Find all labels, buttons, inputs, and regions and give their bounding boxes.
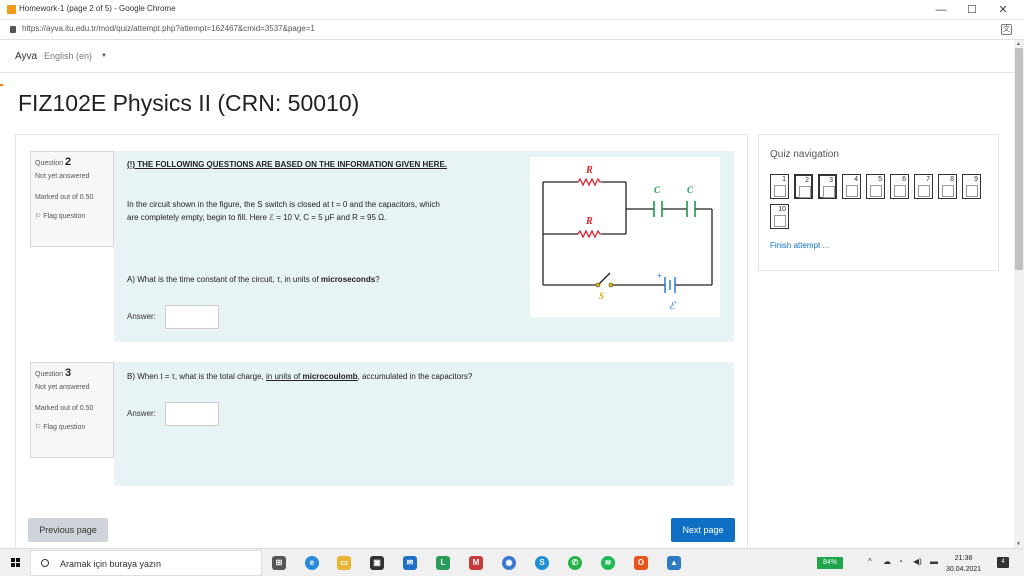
page-scrollbar[interactable]: ▲ ▼ <box>1014 40 1024 548</box>
address-bar[interactable]: https://ayva.itu.edu.tr/mod/quiz/attempt… <box>0 20 1024 40</box>
lock-icon <box>10 26 16 33</box>
clock-date: 30.04.2021 <box>946 566 982 573</box>
quiz-nav-page-3[interactable]: 3 <box>818 174 837 199</box>
scroll-up-icon[interactable]: ▲ <box>1016 41 1021 47</box>
quiz-nav-page-7[interactable]: 7 <box>914 174 933 199</box>
search-icon <box>41 559 49 567</box>
file-explorer-icon[interactable]: ▭ <box>337 556 351 570</box>
quiz-nav-page-2[interactable]: 2 <box>794 174 813 199</box>
question-info-2: Question 2 Not yet answered Marked out o… <box>30 151 114 247</box>
site-brand[interactable]: Ayva <box>15 51 37 62</box>
cloud-icon[interactable]: ☁ <box>883 557 891 566</box>
answer-input-a[interactable] <box>165 305 219 329</box>
flag-question-link[interactable]: ⚐ Flag question <box>35 423 109 433</box>
language-menu[interactable]: English (en) <box>44 51 92 61</box>
moodle-tab-icon <box>7 5 16 14</box>
flag-icon: ⚐ <box>35 424 44 431</box>
question-status: Not yet answered <box>35 384 90 391</box>
question-info-3: Question 3 Not yet answered Marked out o… <box>30 362 114 458</box>
close-window-button[interactable]: ✕ <box>994 2 1012 18</box>
quiz-nav-page-10[interactable]: 10 <box>770 204 789 229</box>
translate-icon[interactable]: 文 <box>1001 24 1012 35</box>
chrome-icon[interactable]: ◉ <box>502 556 516 570</box>
photos-icon[interactable]: ▲ <box>667 556 681 570</box>
chevron-up-icon[interactable]: ^ <box>868 557 872 566</box>
quiz-navigation-title: Quiz navigation <box>770 149 839 160</box>
scrollbar-thumb[interactable] <box>1015 48 1023 270</box>
notification-center-icon[interactable]: 4 <box>997 557 1009 568</box>
clock-time: 21:38 <box>954 555 973 562</box>
browser-titlebar: Homework-1 (page 2 of 5) - Google Chrome… <box>0 0 1024 20</box>
circuit-figure: R R C C S ℰ + <box>530 157 720 317</box>
question-intro-line-2: are completely empty, begin to fill. Her… <box>127 213 387 222</box>
flag-icon: ⚐ <box>35 213 44 220</box>
question-status: Not yet answered <box>35 173 90 180</box>
quiz-navigation-block: Quiz navigation 1 2 3 4 5 6 7 8 9 10 Fin… <box>758 134 999 271</box>
minimize-button[interactable]: — <box>932 2 950 18</box>
next-page-button[interactable]: Next page <box>671 518 735 542</box>
url-text[interactable]: https://ayva.itu.edu.tr/mod/quiz/attempt… <box>22 24 315 33</box>
label-r-mid: R <box>585 216 593 227</box>
answer-input-b[interactable] <box>165 402 219 426</box>
label-c-right: C <box>687 185 694 195</box>
label-switch: S <box>599 291 604 301</box>
store-icon[interactable]: ▣ <box>370 556 384 570</box>
flag-question-link[interactable]: ⚐ Flag question <box>35 212 109 222</box>
finish-attempt-link[interactable]: Finish attempt ... <box>770 241 829 250</box>
wifi-icon[interactable]: ◔ <box>898 557 903 566</box>
question-number: Question 3 <box>35 367 72 379</box>
scroll-down-icon[interactable]: ▼ <box>1016 541 1021 547</box>
taskbar-search-placeholder: Aramak için buraya yazın <box>60 559 162 569</box>
orange-accent <box>0 84 3 86</box>
label-emf: ℰ <box>669 301 676 312</box>
whatsapp-icon[interactable]: ✆ <box>568 556 582 570</box>
keyboard-icon[interactable]: ▬ <box>930 557 938 566</box>
answer-label-b: Answer: <box>127 409 156 418</box>
quiz-nav-page-4[interactable]: 4 <box>842 174 861 199</box>
previous-page-button[interactable]: Previous page <box>28 518 108 542</box>
edge-icon[interactable]: e <box>305 556 319 570</box>
quiz-nav-page-6[interactable]: 6 <box>890 174 909 199</box>
spotify-icon[interactable]: ≋ <box>601 556 615 570</box>
windows-start-icon[interactable] <box>11 558 21 568</box>
mail-icon[interactable]: ✉ <box>403 556 417 570</box>
app-l-icon[interactable]: L <box>436 556 450 570</box>
site-navbar: Ayva English (en) ▼ <box>0 40 1014 73</box>
quiz-nav-page-5[interactable]: 5 <box>866 174 885 199</box>
taskbar-search-box[interactable]: Aramak için buraya yazın <box>30 550 262 576</box>
office-icon[interactable]: O <box>634 556 648 570</box>
task-view-icon[interactable]: ⊞ <box>272 556 286 570</box>
question-number: Question 2 <box>35 156 72 168</box>
label-c-left: C <box>654 185 661 195</box>
question-part-a: A) What is the time constant of the circ… <box>127 275 380 284</box>
circuit-diagram: R R C C S ℰ + <box>542 165 713 312</box>
question-mark: Marked out of 0.50 <box>35 194 94 201</box>
question-intro-line-1: In the circuit shown in the figure, the … <box>127 200 440 209</box>
label-plus: + <box>657 271 662 280</box>
quiz-nav-page-9[interactable]: 9 <box>962 174 981 199</box>
label-r-top: R <box>585 165 593 176</box>
page-title: FIZ102E Physics II (CRN: 50010) <box>18 90 360 116</box>
volume-icon[interactable]: ◀) <box>913 557 922 566</box>
answer-label-a: Answer: <box>127 312 156 321</box>
windows-taskbar: Aramak için buraya yazın ⊞ e ▭ ▣ ✉ L M ◉… <box>0 548 1024 576</box>
quiz-nav-page-1[interactable]: 1 <box>770 174 789 199</box>
app-shield-icon[interactable]: M <box>469 556 483 570</box>
quiz-nav-page-8[interactable]: 8 <box>938 174 957 199</box>
question-part-b: B) When t = τ, what is the total charge,… <box>127 372 473 381</box>
battery-indicator[interactable]: 84% <box>817 557 843 569</box>
chevron-down-icon[interactable]: ▼ <box>101 53 107 59</box>
question-mark: Marked out of 0.50 <box>35 405 94 412</box>
system-clock[interactable]: 21:38 30.04.2021 <box>946 553 981 575</box>
window-title: Homework-1 (page 2 of 5) - Google Chrome <box>19 4 176 13</box>
maximize-button[interactable]: ☐ <box>963 2 981 18</box>
skype-icon[interactable]: S <box>535 556 549 570</box>
question-header: (!) THE FOLLOWING QUESTIONS ARE BASED ON… <box>127 160 447 169</box>
